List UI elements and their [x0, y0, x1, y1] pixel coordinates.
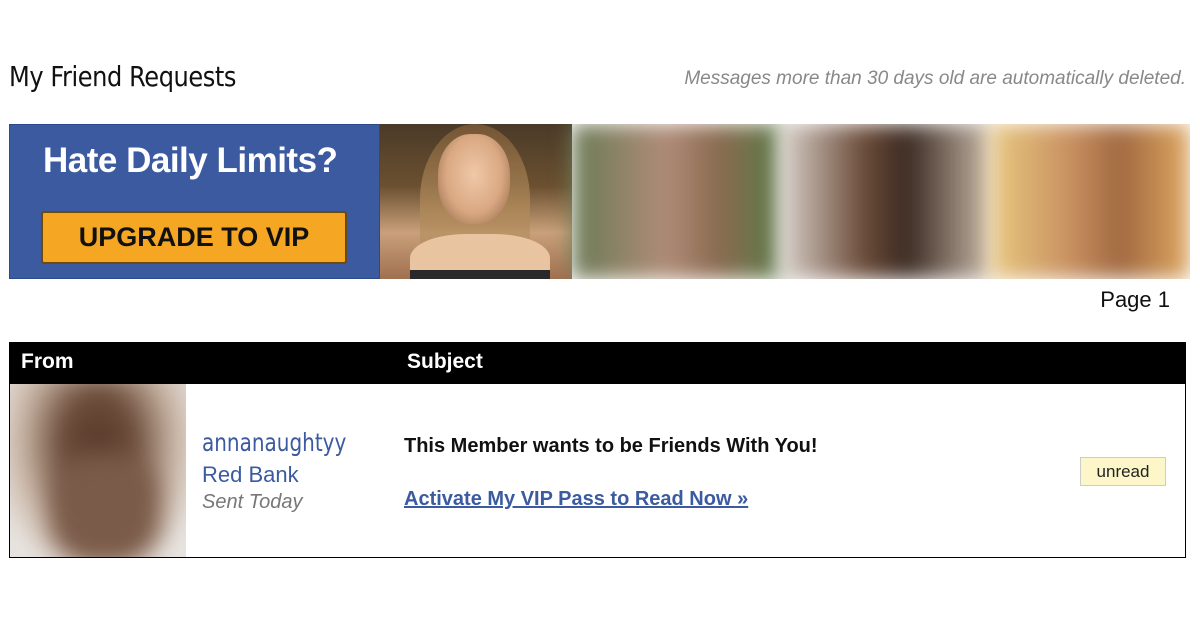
table-row[interactable]: annanaughtyy Red Bank Sent Today This Me… [10, 384, 1185, 557]
blurred-photo[interactable] [781, 124, 991, 279]
table-header: From Subject [10, 343, 1185, 384]
vip-upgrade-banner[interactable]: Hate Daily Limits? UPGRADE TO VIP [9, 124, 1190, 279]
status-badge: unread [1080, 457, 1166, 486]
avatar[interactable] [10, 384, 186, 557]
friend-requests-table: From Subject annanaughtyy Red Bank Sent … [9, 342, 1186, 558]
blurred-photo[interactable] [571, 124, 782, 279]
page-indicator: Page 1 [1100, 287, 1170, 312]
sender-username-link[interactable]: annanaughtyy [202, 428, 346, 457]
auto-delete-notice: Messages more than 30 days old are autom… [684, 68, 1186, 89]
message-subject: This Member wants to be Friends With You… [404, 435, 818, 457]
column-header-from: From [21, 350, 74, 373]
activate-vip-link[interactable]: Activate My VIP Pass to Read Now » [404, 488, 748, 511]
promo-headline: Hate Daily Limits? [43, 141, 338, 180]
page-title: My Friend Requests [9, 60, 237, 93]
blurred-photo[interactable] [990, 124, 1190, 279]
upgrade-vip-button[interactable]: UPGRADE TO VIP [41, 211, 347, 264]
column-header-subject: Subject [407, 350, 483, 373]
promo-panel[interactable]: Hate Daily Limits? UPGRADE TO VIP [9, 124, 381, 279]
sender-location: Red Bank [202, 462, 299, 487]
sent-time: Sent Today [202, 491, 303, 513]
banner-photo[interactable] [380, 124, 572, 279]
